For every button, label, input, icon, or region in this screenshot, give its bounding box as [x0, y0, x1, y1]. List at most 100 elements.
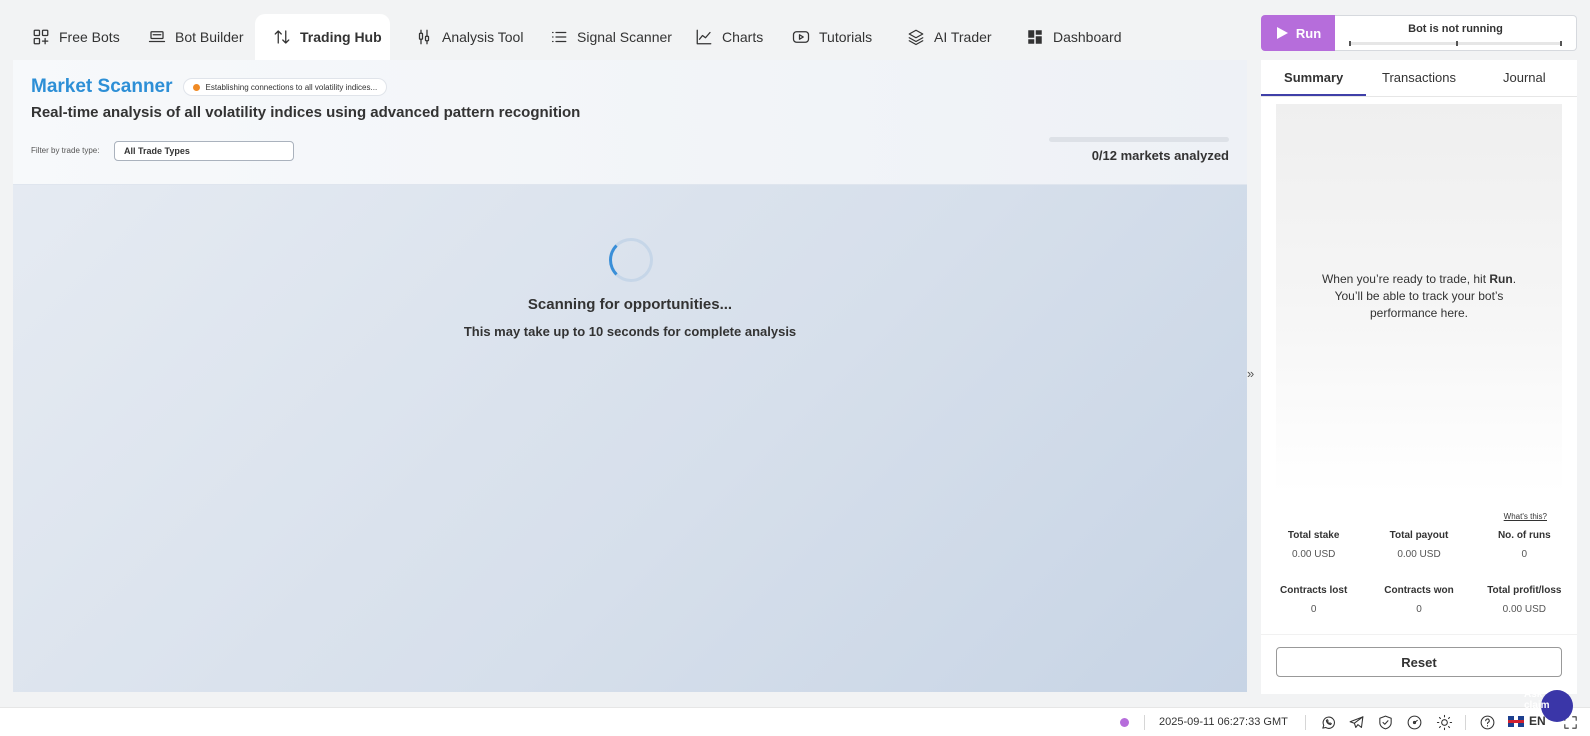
message-text: performance here. [1369, 306, 1469, 320]
loading-spinner-icon [609, 238, 653, 282]
collapse-panel-icon[interactable]: » [1247, 366, 1254, 381]
scanner-header: Market Scanner Establishing connections … [13, 60, 1247, 185]
stat-value: 0 [1521, 549, 1528, 560]
tab-label: Analysis Tool [442, 29, 524, 45]
summary-placeholder: When you’re ready to trade, hit Run. You… [1276, 104, 1562, 494]
tab-charts[interactable]: Charts [677, 14, 781, 60]
stats-grid: Total stake 0.00 USD Total payout 0.00 U… [1261, 530, 1577, 615]
candles-icon [418, 29, 430, 45]
scanning-title: Scanning for opportunities... [527, 296, 733, 313]
tab-trading-hub[interactable]: Trading Hub [255, 14, 390, 60]
grid-plus-icon [33, 29, 49, 45]
tab-dashboard[interactable]: Dashboard [1008, 14, 1140, 60]
swap-arrows-icon [274, 30, 290, 44]
play-icon [792, 31, 810, 43]
status-tick [1349, 41, 1351, 46]
top-navigation: Free Bots Bot Builder Trading Hub Analys… [0, 0, 1245, 60]
divider [1305, 715, 1306, 730]
tab-summary[interactable]: Summary [1261, 60, 1367, 96]
bot-status-text: Bot is not running [1408, 23, 1503, 35]
tab-tutorials[interactable]: Tutorials [774, 14, 890, 60]
filter-selected-value: All Trade Types [124, 146, 190, 156]
tab-label: Trading Hub [300, 29, 382, 45]
tab-label: Signal Scanner [577, 29, 672, 45]
markets-analyzed-count: 0/12 markets analyzed [1091, 148, 1229, 163]
chat-label[interactable]: Ask claim [1524, 689, 1550, 711]
layers-icon [908, 29, 924, 46]
play-triangle-icon [1276, 27, 1288, 39]
stat-label: Contracts lost [1280, 585, 1348, 596]
language-selector[interactable]: EN [1508, 714, 1546, 728]
connection-status-text: Establishing connections to all volatili… [205, 82, 378, 92]
tab-label: AI Trader [934, 29, 992, 45]
sun-icon[interactable] [1436, 714, 1453, 731]
telegram-icon[interactable] [1348, 714, 1365, 731]
divider [1144, 715, 1145, 730]
trade-type-filter-select[interactable]: All Trade Types [114, 141, 294, 161]
reset-button[interactable]: Reset [1276, 647, 1562, 677]
filter-label: Filter by trade type: [31, 146, 100, 155]
bot-status-progress [1349, 41, 1562, 46]
network-status-icon [1120, 718, 1129, 727]
tab-analysis-tool[interactable]: Analysis Tool [397, 14, 541, 60]
page-title: Market Scanner [31, 76, 173, 97]
run-button[interactable]: Run [1261, 15, 1335, 51]
tab-ai-trader[interactable]: AI Trader [889, 14, 1010, 60]
stat-label: Contracts won [1384, 585, 1454, 596]
title-row: Market Scanner Establishing connections … [31, 76, 388, 98]
connection-status-badge: Establishing connections to all volatili… [182, 78, 388, 96]
shield-icon[interactable] [1377, 714, 1394, 731]
stat-total-stake: Total stake 0.00 USD [1261, 530, 1366, 560]
status-dot-icon [192, 83, 200, 91]
line-chart-icon [696, 29, 712, 45]
tab-label: Bot Builder [175, 29, 244, 45]
whats-this-link[interactable]: What's this? [1504, 512, 1547, 521]
summary-tabs: Summary Transactions Journal [1261, 60, 1577, 97]
message-run-keyword: Run [1489, 272, 1513, 286]
stat-value: 0 [1310, 604, 1317, 615]
dashboard-icon [1028, 30, 1042, 44]
reset-bar: Reset [1261, 634, 1577, 694]
server-time: 2025-09-11 06:27:33 GMT [1159, 716, 1288, 728]
builder-icon [148, 31, 166, 43]
tab-journal[interactable]: Journal [1472, 60, 1577, 96]
bot-status-box: Bot is not running [1335, 15, 1577, 51]
message-text: You’ll be able to track your bot’s [1334, 289, 1504, 303]
speed-icon[interactable] [1406, 714, 1423, 731]
status-tick [1455, 41, 1458, 46]
tab-bot-builder[interactable]: Bot Builder [130, 14, 261, 60]
stat-contracts-lost: Contracts lost 0 [1261, 585, 1366, 615]
stat-label: No. of runs [1497, 530, 1551, 541]
tab-label: Dashboard [1053, 29, 1122, 45]
stat-no-of-runs: No. of runs 0 [1472, 530, 1577, 560]
analysis-progress-bar [1049, 137, 1229, 142]
tab-free-bots[interactable]: Free Bots [14, 14, 138, 60]
whatsapp-icon[interactable] [1320, 714, 1337, 731]
stat-value: 0.00 USD [1502, 604, 1546, 615]
language-code: EN [1529, 714, 1546, 728]
market-scanner-panel: Market Scanner Establishing connections … [13, 60, 1247, 692]
stat-contracts-won: Contracts won 0 [1366, 585, 1471, 615]
tab-label: Free Bots [59, 29, 120, 45]
stat-value: 0 [1416, 604, 1422, 615]
stat-value: 0.00 USD [1397, 549, 1441, 560]
stat-label: Total payout [1389, 530, 1449, 541]
stat-label: Total profit/loss [1487, 585, 1562, 596]
tab-label: Charts [722, 29, 764, 45]
run-label: Run [1295, 25, 1322, 41]
stat-total-payout: Total payout 0.00 USD [1366, 530, 1471, 560]
tab-transactions[interactable]: Transactions [1366, 60, 1471, 96]
help-icon[interactable] [1479, 714, 1496, 731]
page-subtitle: Real-time analysis of all volatility ind… [31, 104, 581, 121]
stat-total-profit-loss: Total profit/loss 0.00 USD [1472, 585, 1577, 615]
tab-label: Tutorials [819, 29, 873, 45]
run-summary-panel: Summary Transactions Journal When you’re… [1261, 60, 1577, 694]
message-text: . [1512, 272, 1517, 286]
scanning-subtitle: This may take up to 10 seconds for compl… [463, 324, 797, 339]
stat-value: 0.00 USD [1291, 549, 1336, 560]
list-icon [551, 31, 567, 43]
divider [1465, 715, 1466, 730]
status-tick [1560, 41, 1562, 46]
stat-label: Total stake [1287, 530, 1340, 541]
tab-signal-scanner[interactable]: Signal Scanner [532, 14, 690, 60]
